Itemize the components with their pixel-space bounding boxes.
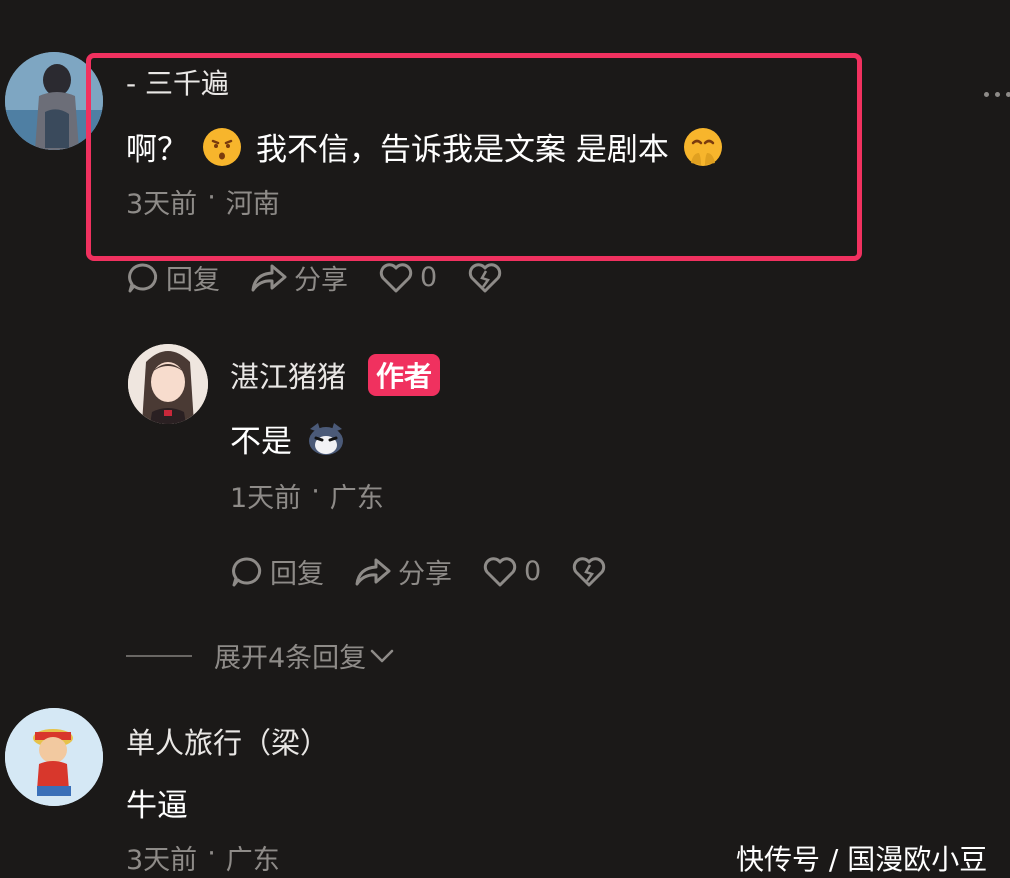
comment-text: 啊？ 我不信，告诉我是文案 是剧本 xyxy=(126,124,723,169)
heart-icon xyxy=(483,556,517,586)
chevron-down-icon xyxy=(370,649,394,662)
like-button[interactable]: 0 xyxy=(482,556,541,588)
third-text: 牛逼 xyxy=(126,788,188,824)
broken-heart-icon xyxy=(573,556,606,586)
avatar-image xyxy=(128,344,208,424)
share-button[interactable]: 分享 xyxy=(354,552,452,591)
share-label: 分享 xyxy=(294,265,348,296)
avatar-author[interactable] xyxy=(128,344,208,424)
third-username[interactable]: 单人旅行（梁） xyxy=(126,720,329,762)
reply-time: 1天前 xyxy=(230,483,302,514)
comment-icon xyxy=(232,556,262,586)
expand-replies-button[interactable]: 展开4条回复 xyxy=(214,636,396,675)
like-button[interactable]: 0 xyxy=(378,262,437,294)
comment-location: 河南 xyxy=(225,189,280,220)
share-icon xyxy=(355,558,391,585)
comment-time: 3天前 xyxy=(126,189,198,220)
like-count: 0 xyxy=(420,262,438,293)
comment-actions: 回复 分享 0 xyxy=(126,258,503,297)
dislike-button[interactable] xyxy=(467,262,503,294)
share-label: 分享 xyxy=(398,559,452,590)
reply-text-content: 不是 xyxy=(230,424,292,460)
like-count: 0 xyxy=(524,556,542,587)
reply-label: 回复 xyxy=(270,559,324,590)
divider-line xyxy=(126,654,192,657)
dislike-button[interactable] xyxy=(571,556,607,588)
comment-text-part1: 啊？ xyxy=(126,132,188,168)
reply-actions: 回复 分享 0 xyxy=(230,552,607,591)
reply-button[interactable]: 回复 xyxy=(126,258,220,297)
reply-meta: 1天前 · 广东 xyxy=(230,476,384,515)
comment-icon xyxy=(128,262,158,292)
meta-separator: · xyxy=(207,182,216,213)
author-badge: 作者 xyxy=(368,354,441,396)
share-icon xyxy=(251,264,287,291)
third-time: 3天前 xyxy=(126,845,198,876)
avatar-third-commenter[interactable] xyxy=(5,708,103,806)
reply-label: 回复 xyxy=(166,265,220,296)
pleading-emoji-icon xyxy=(683,127,722,166)
avatar-image xyxy=(5,708,103,806)
comment-meta: 3天前 · 河南 xyxy=(126,182,280,221)
third-location: 广东 xyxy=(225,845,280,876)
comment-username[interactable]: - 三千遍 xyxy=(126,62,229,102)
cat-emoji-icon xyxy=(309,422,343,455)
surprised-emoji-icon xyxy=(203,127,241,166)
expand-replies-label: 展开4条回复 xyxy=(214,643,367,674)
broken-heart-icon xyxy=(469,262,502,292)
third-meta: 3天前 · 广东 xyxy=(126,838,280,877)
reply-button[interactable]: 回复 xyxy=(230,552,324,591)
comment-text-part2: 我不信，告诉我是文案 是剧本 xyxy=(256,132,669,168)
expand-replies-row: 展开4条回复 xyxy=(126,636,396,675)
heart-icon xyxy=(379,262,413,292)
share-button[interactable]: 分享 xyxy=(250,258,348,297)
more-icon[interactable] xyxy=(984,92,1010,97)
reply-location: 广东 xyxy=(329,483,384,514)
reply-username[interactable]: 湛江猪猪 xyxy=(230,354,346,396)
watermark: 快传号 / 国漫欧小豆 xyxy=(736,843,988,876)
reply-header: 湛江猪猪 作者 xyxy=(230,354,441,396)
meta-separator: · xyxy=(207,838,216,869)
meta-separator: · xyxy=(311,476,320,507)
reply-text: 不是 xyxy=(230,416,346,461)
